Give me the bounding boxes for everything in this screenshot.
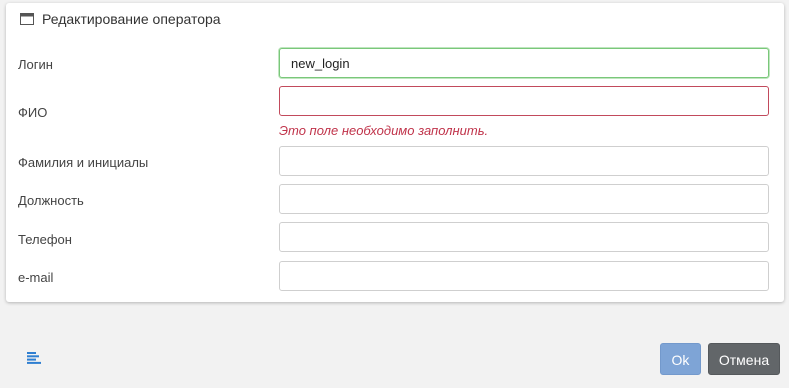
fio-label: ФИО <box>18 105 48 120</box>
ok-button[interactable]: Ok <box>660 343 701 375</box>
align-left-icon[interactable] <box>27 352 41 364</box>
panel-header: Редактирование оператора <box>20 10 221 28</box>
email-input[interactable] <box>279 261 769 291</box>
login-label: Логин <box>18 57 53 72</box>
panel-title: Редактирование оператора <box>42 11 221 27</box>
window-icon <box>20 13 34 25</box>
edit-operator-panel: Редактирование оператора Логин ФИО Это п… <box>6 3 784 302</box>
position-input[interactable] <box>279 184 769 214</box>
email-label: e-mail <box>18 270 54 285</box>
phone-input[interactable] <box>279 222 769 252</box>
short-name-input[interactable] <box>279 146 769 176</box>
fio-error-message: Это поле необходимо заполнить. <box>279 123 489 138</box>
fio-input[interactable] <box>279 86 769 116</box>
login-input[interactable] <box>279 48 769 78</box>
phone-label: Телефон <box>18 232 72 247</box>
position-label: Должность <box>18 193 84 208</box>
short-name-label: Фамилия и инициалы <box>18 155 149 170</box>
cancel-button[interactable]: Отмена <box>708 343 780 375</box>
